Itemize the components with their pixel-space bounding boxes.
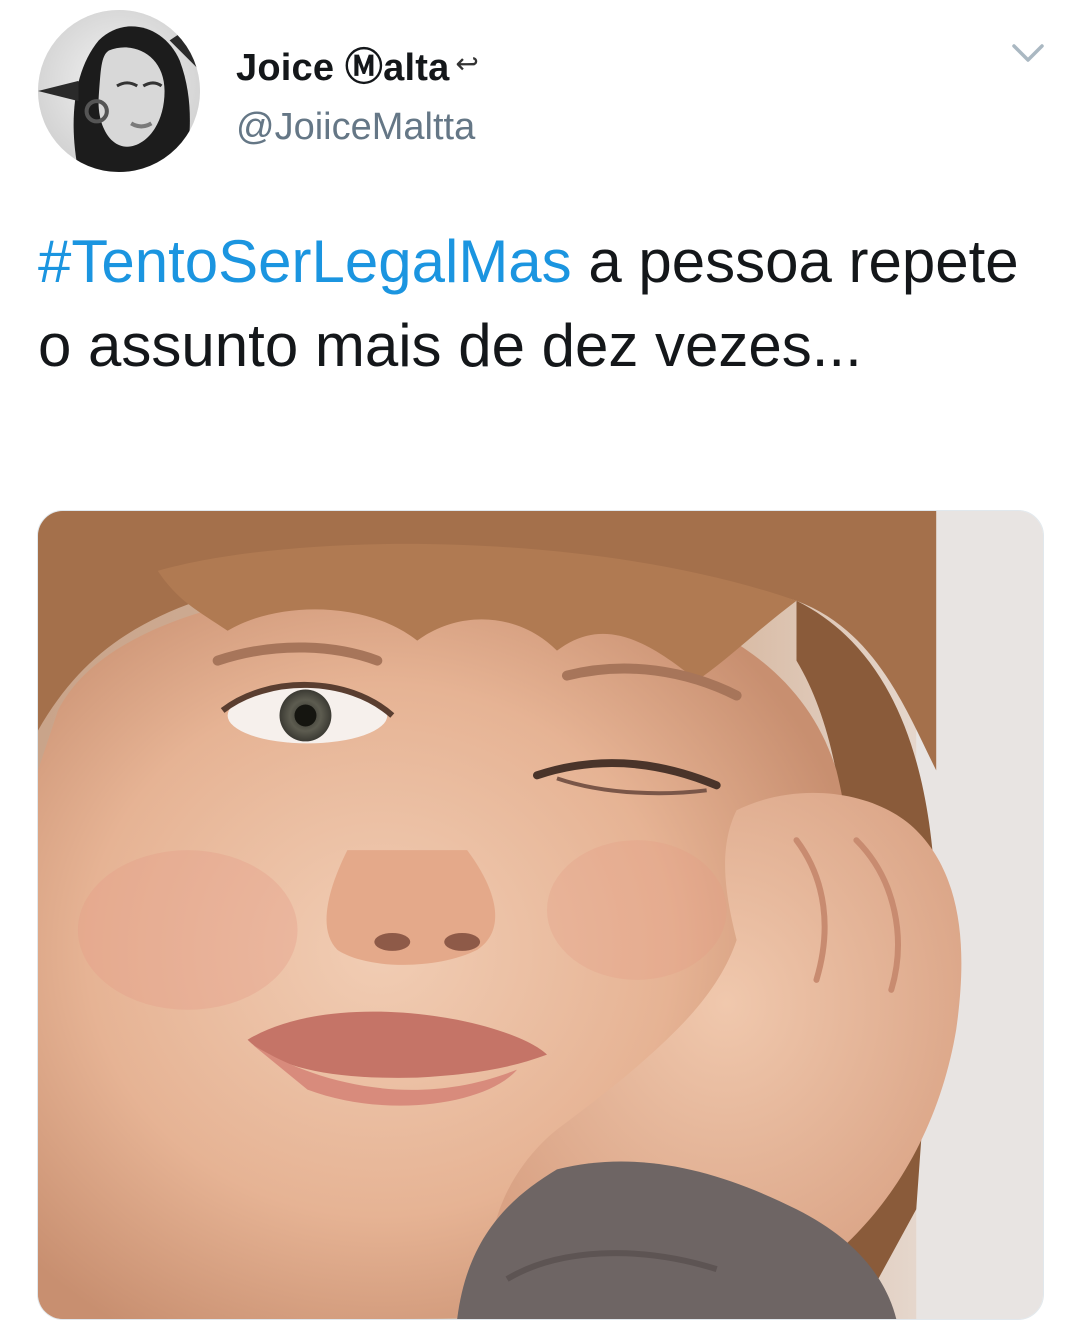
avatar-photo — [38, 10, 200, 172]
tweet-card: Joice Ⓜalta ↩ @JoiiceMaltta #TentoSerLeg… — [0, 0, 1080, 1333]
display-name[interactable]: Joice Ⓜalta — [236, 36, 449, 91]
hashtag-link[interactable]: #TentoSerLegalMas — [38, 228, 572, 295]
media-photo — [38, 511, 1043, 1319]
name-emoji: ↩ — [455, 47, 479, 79]
chevron-down-icon[interactable] — [1010, 40, 1046, 68]
user-handle[interactable]: @JoiiceMaltta — [236, 106, 479, 149]
tweet-text: #TentoSerLegalMas a pessoa repete o assu… — [38, 220, 1038, 388]
tweet-media[interactable] — [37, 510, 1044, 1320]
avatar[interactable] — [38, 10, 200, 172]
author-block: Joice Ⓜalta ↩ @JoiiceMaltta — [236, 38, 479, 149]
